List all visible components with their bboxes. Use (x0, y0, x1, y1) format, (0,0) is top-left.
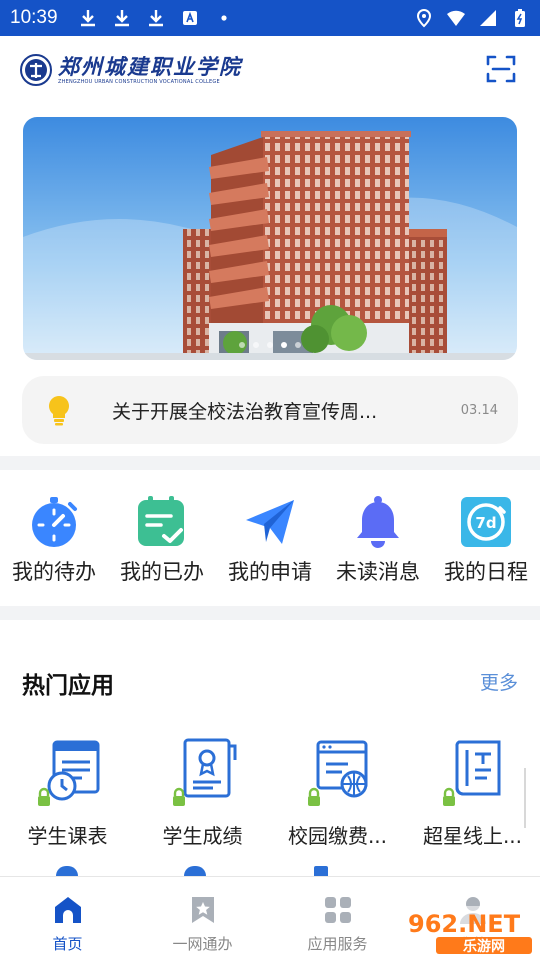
home-top-section: 关于开展全校法治教育宣传周... 03.14 (0, 104, 540, 456)
watermark-text: 962.NET (408, 910, 521, 938)
notification-icons (78, 8, 234, 28)
banner-dot[interactable] (295, 342, 301, 348)
site-watermark-logo: 962.NET 乐游网 (402, 906, 536, 956)
banner-dot-active[interactable] (281, 342, 287, 348)
quick-action-label: 我的已办 (120, 560, 204, 584)
wifi-icon (447, 10, 465, 26)
next-row-icon-peek (56, 866, 78, 876)
campus-banner[interactable] (23, 117, 517, 360)
download-icon (148, 10, 163, 27)
bell-icon (357, 496, 399, 548)
nav-label: 应用服务 (307, 935, 368, 953)
notice-bar[interactable]: 关于开展全校法治教育宣传周... 03.14 (22, 376, 518, 444)
next-row-icon-peek (184, 866, 206, 876)
paper-plane-icon (246, 500, 294, 544)
hot-apps-title: 热门应用 (22, 673, 114, 699)
web-payment-icon (307, 740, 367, 806)
download-icon (114, 10, 129, 27)
notice-text: 关于开展全校法治教育宣传周... (112, 400, 378, 423)
college-name-en: ZHENGZHOU URBAN CONSTRUCTION VOCATIONAL … (58, 79, 220, 85)
banner-pagination (23, 342, 517, 348)
quick-action-done[interactable]: 我的已办 (108, 470, 216, 606)
status-time: 10:39 (10, 7, 58, 28)
scrollbar[interactable] (524, 768, 526, 828)
app-chaoxing-online[interactable]: 超星线上... (405, 736, 540, 849)
battery-icon (515, 9, 525, 27)
7d-calendar-icon: 7d (461, 497, 511, 547)
app-header: 郑州城建职业学院 ZHENGZHOU URBAN CONSTRUCTION VO… (0, 36, 540, 104)
quick-action-label: 我的待办 (12, 560, 96, 584)
lightbulb-icon (49, 396, 69, 426)
app-label: 校园缴费... (287, 824, 388, 848)
banner-dot[interactable] (239, 342, 245, 348)
nav-app-services[interactable]: 应用服务 (270, 877, 405, 960)
schedule-icon (37, 740, 99, 806)
book-icon (442, 740, 500, 806)
banner-dot[interactable] (253, 342, 259, 348)
nav-label: 一网通办 (172, 935, 233, 953)
scan-icon[interactable] (486, 54, 516, 84)
quick-action-unread[interactable]: 未读消息 (324, 470, 432, 606)
clipboard-check-icon (138, 496, 184, 546)
app-notification-icon (182, 11, 197, 25)
quick-action-apply[interactable]: 我的申请 (216, 470, 324, 606)
location-icon (416, 8, 432, 28)
quick-action-label: 我的日程 (444, 560, 528, 584)
bookmark-star-icon (191, 897, 214, 923)
college-seal-icon (20, 54, 52, 86)
next-row-icon-peek (314, 866, 328, 876)
svg-text:7d: 7d (475, 514, 496, 532)
quick-actions: 我的待办 我的已办 我的申请 未读消息 7d 我的日程 (0, 470, 540, 606)
hot-apps-grid: 学生课表 学生成绩 校园缴费... 超星线上... (0, 736, 540, 849)
certificate-icon (172, 738, 236, 806)
nav-home[interactable]: 首页 (0, 877, 135, 960)
college-logo: 郑州城建职业学院 ZHENGZHOU URBAN CONSTRUCTION VO… (20, 54, 242, 86)
quick-action-label: 我的申请 (228, 560, 312, 584)
more-link[interactable]: 更多 (480, 668, 518, 695)
app-campus-payment[interactable]: 校园缴费... (270, 736, 405, 849)
status-bar: 10:39 (0, 0, 540, 36)
app-label: 学生成绩 (162, 824, 243, 848)
nav-one-stop[interactable]: 一网通办 (135, 877, 270, 960)
nav-label: 首页 (52, 935, 83, 953)
notice-date: 03.14 (460, 402, 498, 418)
signal-icon (480, 10, 496, 26)
more-dot-icon (220, 15, 227, 21)
app-student-grades[interactable]: 学生成绩 (135, 736, 270, 849)
stopwatch-icon (32, 497, 77, 547)
watermark-sub: 乐游网 (463, 938, 505, 955)
quick-action-todo[interactable]: 我的待办 (0, 470, 108, 606)
hot-apps-section: 热门应用 更多 学生课表 学生成绩 校园缴费... 超星线上... (0, 620, 540, 876)
app-label: 超星线上... (422, 824, 523, 848)
app-student-schedule[interactable]: 学生课表 (0, 736, 135, 849)
quick-action-schedule[interactable]: 7d 我的日程 (432, 470, 540, 606)
banner-dot[interactable] (267, 342, 273, 348)
grid-icon (324, 897, 351, 923)
quick-action-label: 未读消息 (336, 560, 420, 584)
campus-building-image (23, 117, 517, 360)
home-icon (54, 897, 81, 923)
download-icon (80, 10, 95, 27)
college-name-cn: 郑州城建职业学院 (58, 54, 242, 79)
app-label: 学生课表 (27, 824, 108, 848)
